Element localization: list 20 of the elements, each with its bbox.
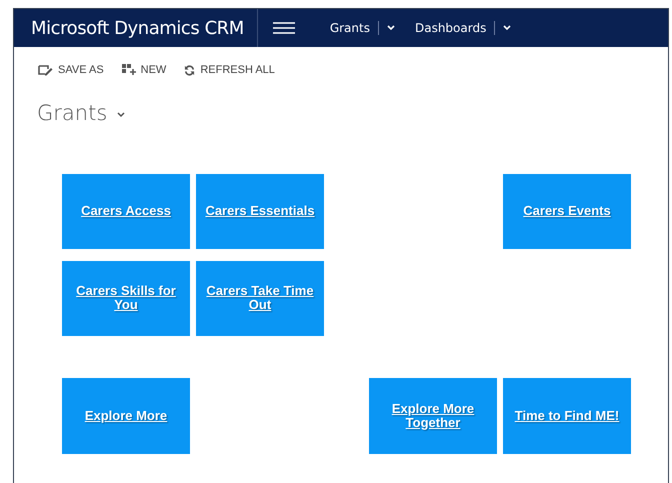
- dashboard-tile[interactable]: Carers Access: [62, 174, 190, 248]
- dashboard-tile[interactable]: Carers Skills for You: [62, 260, 190, 336]
- nav-menu-item[interactable]: Grants: [330, 19, 370, 37]
- chevron-down-icon[interactable]: [117, 112, 126, 118]
- dashboard-tile[interactable]: Time to Find ME!: [503, 378, 631, 454]
- menu-icon[interactable]: [272, 22, 295, 34]
- app-title: Microsoft Dynamics CRM: [31, 16, 244, 40]
- toolbar-button[interactable]: REFRESH ALL: [184, 62, 275, 78]
- new-icon: [122, 64, 136, 76]
- nav-menu-item[interactable]: Dashboards: [414, 19, 486, 37]
- refresh-icon: [184, 64, 196, 76]
- dashboard-tile[interactable]: Carers Events: [503, 174, 631, 248]
- save-as-icon: [38, 64, 53, 76]
- dashboard-title: Grants: [37, 100, 108, 127]
- toolbar-button[interactable]: NEW: [122, 62, 166, 78]
- toolbar-button[interactable]: SAVE AS: [38, 62, 104, 78]
- dashboard-tile[interactable]: Explore More Together: [369, 378, 497, 454]
- dashboard-tile[interactable]: Carers Essentials: [196, 174, 324, 248]
- dashboard-tile[interactable]: Explore More: [62, 378, 190, 454]
- dashboard-tile[interactable]: Carers Take Time Out: [196, 260, 324, 336]
